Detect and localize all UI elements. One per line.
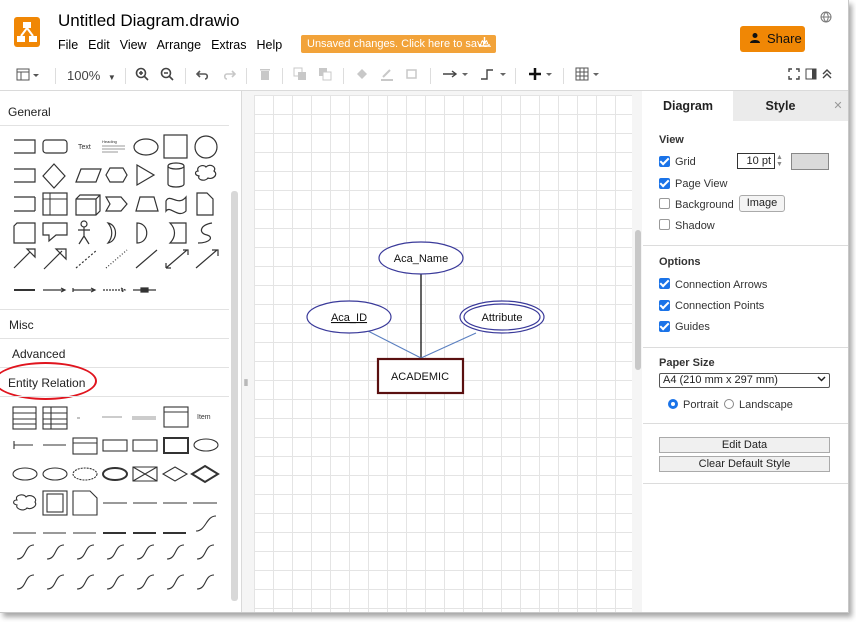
paper-size-select[interactable]: A4 (210 mm x 297 mm) xyxy=(659,373,830,388)
background-label: Background xyxy=(675,199,734,211)
portrait-label: Portrait xyxy=(683,399,719,411)
app-window: Untitled Diagram.drawio File Edit View A… xyxy=(0,0,849,613)
connection-arrows-label: Connection Arrows xyxy=(675,279,768,291)
page-view-label: Page View xyxy=(675,178,728,190)
attribute-multivalued[interactable]: Attribute xyxy=(459,300,545,334)
shadow-label: Shadow xyxy=(675,220,715,232)
format-panel: Diagram Style ✕ View Grid 10 pt ▲ ▼ Page … xyxy=(643,91,848,612)
attribute-label: Attribute xyxy=(482,312,523,324)
chevron-down-icon xyxy=(817,374,826,387)
clear-default-style-button[interactable]: Clear Default Style xyxy=(659,456,830,472)
grid-size-input[interactable]: 10 pt xyxy=(737,153,775,169)
aca-name-label: Aca_Name xyxy=(394,253,448,265)
connection-points-checkbox[interactable] xyxy=(659,300,670,311)
guides-checkbox[interactable] xyxy=(659,321,670,332)
shadow-checkbox[interactable] xyxy=(659,219,670,230)
guides-label: Guides xyxy=(675,321,710,333)
paper-size-value: A4 (210 mm x 297 mm) xyxy=(663,374,778,386)
grid-label: Grid xyxy=(675,156,696,168)
portrait-radio[interactable] xyxy=(668,399,678,409)
paper-size-label: Paper Size xyxy=(659,357,715,369)
grid-checkbox[interactable] xyxy=(659,156,670,167)
aca-id-label: Aca_ID xyxy=(331,312,367,324)
options-section-label: Options xyxy=(659,256,701,268)
edit-data-button[interactable]: Edit Data xyxy=(659,437,830,453)
connection-arrows-checkbox[interactable] xyxy=(659,278,670,289)
close-icon[interactable]: ✕ xyxy=(828,91,848,121)
attribute-aca-id[interactable]: Aca_ID xyxy=(306,300,392,334)
page-view-checkbox[interactable] xyxy=(659,178,670,189)
tab-diagram[interactable]: Diagram xyxy=(643,91,733,121)
connection-points-label: Connection Points xyxy=(675,300,765,312)
entity-label: ACADEMIC xyxy=(391,371,449,383)
edge-attribute-entity[interactable] xyxy=(420,332,477,359)
view-section-label: View xyxy=(659,134,684,146)
grid-color-button[interactable] xyxy=(791,153,829,170)
landscape-radio[interactable] xyxy=(724,399,734,409)
edge-id-entity[interactable] xyxy=(365,329,422,359)
background-checkbox[interactable] xyxy=(659,198,670,209)
grid-size-stepper[interactable]: ▲ ▼ xyxy=(776,154,783,168)
entity-academic[interactable]: ACADEMIC xyxy=(376,357,465,395)
landscape-label: Landscape xyxy=(739,399,793,411)
tab-style[interactable]: Style xyxy=(733,91,828,121)
background-image-button[interactable]: Image xyxy=(739,195,785,212)
attribute-aca-name[interactable]: Aca_Name xyxy=(378,241,464,275)
